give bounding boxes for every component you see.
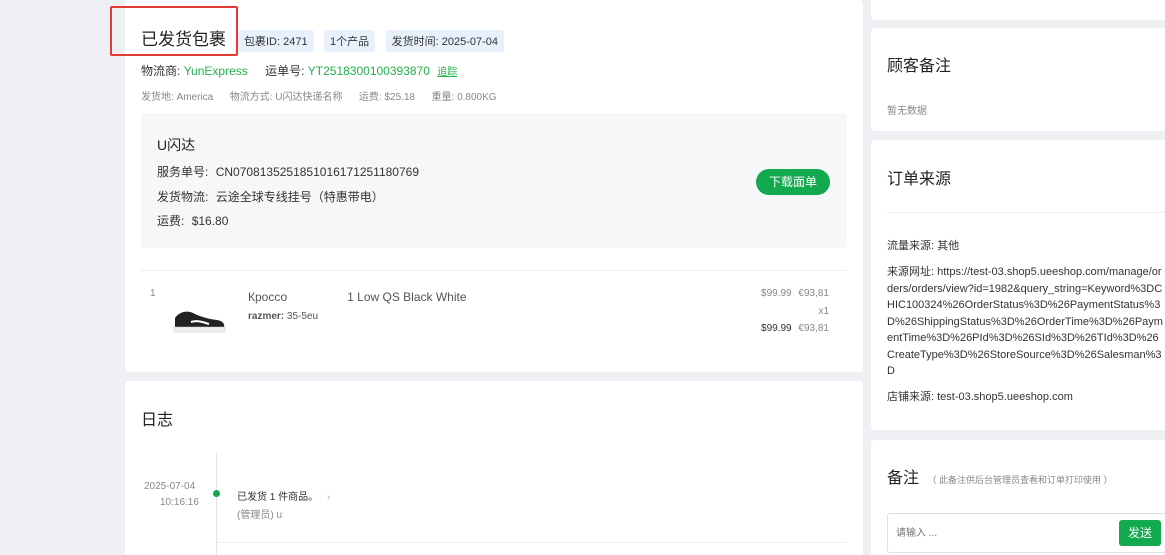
unit-price-usd: $99.99 [761, 288, 792, 299]
ship-fee: 运费: $25.18 [358, 92, 416, 103]
service-number-label: 服务单号: [157, 165, 209, 179]
carrier-line: 物流商: YunExpress 运单号: YT2518300100393870 … [141, 62, 457, 79]
log-card: 日志 2025-07-04 10:16:16 已发货 1 件商品。 › (管理员… [125, 381, 863, 555]
traffic-source: 流量来源: 其他 [887, 237, 959, 253]
shipped-package-card: 已发货包裹 包裹ID: 2471 1个产品 发货时间: 2025-07-04 物… [110, 0, 863, 372]
traffic-value: 其他 [937, 240, 960, 252]
divider [141, 270, 847, 271]
product-row: 1 Кроссо 1 Low QS Black White razmer: 35… [141, 280, 847, 350]
unit-price: $99.99 €93,81 [761, 288, 829, 299]
log-sub: (管理员) u [237, 510, 282, 521]
fee-label: 运费: [157, 214, 185, 228]
send-button[interactable]: 发送 [1119, 520, 1161, 546]
product-attr-value: 35-5eu [286, 311, 319, 322]
logistics-label: 发货物流: [157, 190, 209, 204]
logistics-value: 云途全球专线挂号（特惠带电） [215, 190, 384, 204]
product-index: 1 [150, 288, 156, 299]
service-number-line: 服务单号: CN0708135251851016171251180769 [157, 163, 419, 180]
log-divider [217, 542, 847, 543]
page-title: 已发货包裹 [141, 30, 226, 49]
service-box: U闪达 服务单号: CN0708135251851016171251180769… [141, 113, 847, 248]
source-url: 来源网址: https://test-03.shop5.ueeshop.com/… [887, 264, 1165, 380]
log-text-value: 已发货 1 件商品。 [237, 492, 319, 503]
download-label-button[interactable]: 下载面单 [756, 169, 830, 195]
track-link[interactable]: 追踪 [437, 67, 457, 78]
log-text[interactable]: 已发货 1 件商品。 › [237, 488, 330, 503]
remark-title: 备注 [887, 470, 920, 487]
tracking-number: YT2518300100393870 [307, 64, 430, 78]
log-time: 10:16:16 [160, 497, 199, 508]
product-name[interactable]: Кроссо 1 Low QS Black White [248, 290, 467, 304]
order-source-title: 订单来源 [887, 171, 952, 188]
top-right-card [871, 0, 1165, 20]
log-title: 日志 [141, 412, 174, 429]
remark-hint: （ 此备注供后台管理员查看和订单打印使用 ） [927, 475, 1113, 485]
remark-input-wrap: 发送 [887, 513, 1165, 553]
log-entry: 2025-07-04 10:16:16 已发货 1 件商品。 › (管理员) u [125, 479, 863, 529]
total-price-eur: €93,81 [798, 323, 829, 334]
customer-note-title: 顾客备注 [887, 58, 952, 75]
store-source: 店铺来源: test-03.shop5.ueeshop.com [887, 388, 1073, 404]
ship-method: 物流方式: U闪达快递名称 [229, 92, 343, 103]
ship-time-badge: 发货时间: 2025-07-04 [385, 30, 505, 52]
unit-price-eur: €93,81 [798, 288, 829, 299]
ship-origin: 发货地: America [141, 92, 214, 103]
remark-input[interactable] [888, 514, 1108, 552]
package-id-badge: 包裹ID: 2471 [238, 30, 314, 52]
ship-weight: 重量: 0.800KG [431, 92, 497, 103]
customer-note-card: 顾客备注 暂无数据 [871, 28, 1165, 131]
remark-header: 备注 （ 此备注供后台管理员查看和订单打印使用 ） [887, 464, 1112, 488]
traffic-label: 流量来源: [887, 240, 935, 252]
tracking-label: 运单号: [265, 64, 305, 78]
customer-note-empty: 暂无数据 [887, 106, 927, 117]
source-url-value[interactable]: https://test-03.shop5.ueeshop.com/manage… [887, 266, 1163, 377]
package-meta: 发货地: America 物流方式: U闪达快递名称 运费: $25.18 重量… [141, 87, 497, 105]
logistics-line: 发货物流: 云途全球专线挂号（特惠带电） [157, 188, 384, 205]
fee-line: 运费: $16.80 [157, 212, 228, 229]
product-count-badge: 1个产品 [324, 30, 376, 52]
product-image[interactable] [169, 302, 229, 336]
sneaker-icon [173, 311, 226, 333]
order-source-card: 订单来源 流量来源: 其他 来源网址: https://test-03.shop… [871, 140, 1165, 430]
carrier-value: YunExpress [183, 64, 248, 78]
source-url-label: 来源网址: [887, 266, 935, 278]
product-attr: razmer: 35-5eu [248, 311, 318, 322]
log-date: 2025-07-04 [144, 481, 196, 492]
product-attr-label: razmer: [248, 311, 285, 322]
order-source-divider [887, 212, 1165, 213]
package-tags: 包裹ID: 2471 1个产品 发货时间: 2025-07-04 [238, 30, 510, 52]
service-name: U闪达 [157, 137, 196, 153]
remark-card: 备注 （ 此备注供后台管理员查看和订单打印使用 ） 发送 [871, 440, 1165, 555]
carrier-label: 物流商: [141, 64, 181, 78]
total-price: $99.99 €93,81 [761, 323, 829, 334]
store-value: test-03.shop5.ueeshop.com [937, 391, 1073, 403]
service-number: CN0708135251851016171251180769 [215, 165, 419, 179]
timeline-dot [213, 490, 220, 497]
total-price-usd: $99.99 [761, 323, 792, 334]
chevron-right-icon: › [326, 492, 331, 503]
product-qty: x1 [818, 306, 829, 317]
fee-value: $16.80 [191, 214, 229, 228]
store-label: 店铺来源: [887, 391, 935, 403]
